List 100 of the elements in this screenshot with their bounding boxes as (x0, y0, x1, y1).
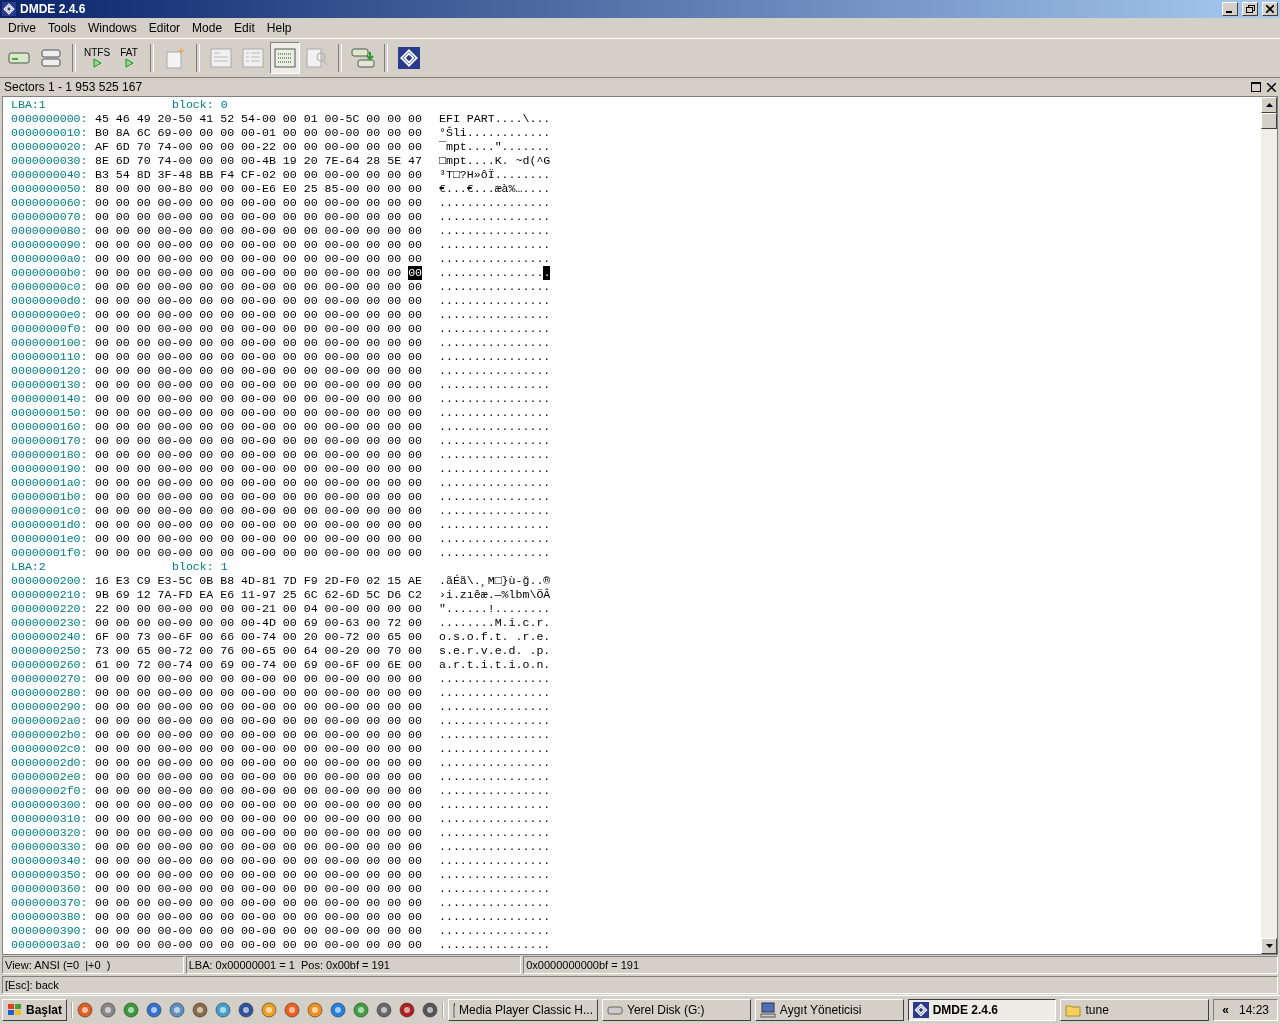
ascii-text: EFI PART....\... (439, 112, 551, 126)
program-icon[interactable] (169, 1002, 186, 1018)
program-icon[interactable] (215, 1002, 232, 1018)
hex-bytes: 00 00 00 00-00 00 00 00-4D 00 69 00-63 00 72 00 (95, 616, 422, 630)
offset-label: 0000000240: (11, 630, 89, 644)
program-icon[interactable] (100, 1002, 117, 1018)
menu-item[interactable]: Help (260, 21, 298, 35)
ascii-text: ................ (439, 714, 551, 728)
restore-button[interactable] (1242, 2, 1258, 16)
ascii-text: ................ (439, 378, 551, 392)
menu-item[interactable]: Windows (82, 21, 143, 35)
offset-label: 0000000110: (11, 350, 89, 364)
ascii-text: ................ (439, 420, 551, 434)
program-icon[interactable] (284, 1002, 301, 1018)
taskbar-button[interactable]: Media Player Classic H... (448, 999, 599, 1021)
stacked-disks-icon (41, 49, 61, 67)
hex-bytes: 00 00 00 00-00 00 00 00-00 00 00 00-00 00 00 00 (95, 826, 422, 840)
offset-label: 0000000180: (11, 448, 89, 462)
hex-bytes: 00 00 00 00-00 00 00 00-00 00 00 00-00 00 00 00 (95, 798, 422, 812)
program-icon[interactable] (399, 1002, 416, 1018)
ascii-text: ............... (439, 266, 544, 280)
hex-bytes: 00 00 00 00-00 00 00 00-00 00 00 00-00 00 00 00 (95, 378, 422, 392)
taskbar-button[interactable]: Aygıt Yöneticisi (754, 999, 904, 1021)
hex-bytes: B0 8A 6C 69-00 00 00 00-01 00 00 00-00 00 00 00 (95, 126, 422, 140)
taskbar-button[interactable]: DMDE 2.4.6 (907, 999, 1057, 1021)
minimize-button[interactable] (1222, 2, 1238, 16)
menu-item[interactable]: Edit (228, 21, 261, 35)
hex-bytes: 00 00 00 00-00 00 00 00-00 00 00 00-00 00 00 00 (95, 434, 422, 448)
menu-item[interactable]: Tools (42, 21, 83, 35)
close-icon[interactable] (1267, 82, 1276, 92)
program-icon[interactable] (77, 1002, 94, 1018)
ascii-text: ................ (439, 910, 551, 924)
hex-bytes: 00 00 00 00-00 00 00 00-00 00 00 00-00 00 00 00 (95, 406, 422, 420)
program-icon[interactable] (261, 1002, 278, 1018)
lba-label: LBA:1 (11, 98, 47, 112)
scroll-down-button[interactable] (1261, 938, 1277, 954)
offset-label: 00000002a0: (11, 714, 89, 728)
offset-label: 00000000b0: (11, 266, 89, 280)
hex-bytes: 00 00 00 00-00 00 00 00-00 00 00 00-00 00 00 00 (95, 924, 422, 938)
offset-label: 0000000100: (11, 336, 89, 350)
program-icon[interactable] (422, 1002, 439, 1018)
taskbar-button[interactable]: tune (1060, 999, 1210, 1021)
ascii-text: ................ (439, 490, 551, 504)
offset-label: 00000002e0: (11, 770, 89, 784)
program-icon[interactable] (238, 1002, 255, 1018)
program-icon[interactable] (353, 1002, 370, 1018)
ascii-text: ................ (439, 770, 551, 784)
ascii-text: °Šli............ (439, 126, 551, 140)
toolbar-button[interactable]: FAT (114, 42, 144, 74)
hex-bytes: 00 00 00 00-00 00 00 00-00 00 00 00-00 00 00 00 (95, 742, 422, 756)
offset-label: 0000000080: (11, 224, 89, 238)
program-icon[interactable] (123, 1002, 140, 1018)
offset-label: 00000002b0: (11, 728, 89, 742)
offset-label: 0000000120: (11, 364, 89, 378)
offset-label: 00000001d0: (11, 518, 89, 532)
ascii-text: ................ (439, 672, 551, 686)
program-icon[interactable] (146, 1002, 163, 1018)
menu-item[interactable]: Drive (2, 21, 42, 35)
program-icon[interactable] (376, 1002, 393, 1018)
maximize-icon[interactable] (1251, 82, 1261, 92)
program-icon[interactable] (330, 1002, 347, 1018)
offset-label: 0000000350: (11, 868, 89, 882)
ascii-text: ................ (439, 700, 551, 714)
ascii-text: ................ (439, 308, 551, 322)
program-icon[interactable] (307, 1002, 324, 1018)
offset-label: 0000000150: (11, 406, 89, 420)
offset-label: 00000000f0: (11, 322, 89, 336)
taskbar-button[interactable]: Yerel Disk (G:) (602, 999, 751, 1021)
hex-bytes: 00 00 00 00-00 00 00 00-00 00 00 00-00 00 00 00 (95, 210, 422, 224)
menu-item[interactable]: Editor (142, 21, 187, 35)
hex-bytes: 00 00 00 00-00 00 00 00-00 00 00 00-00 00 00 00 (95, 518, 422, 532)
ascii-text: ................ (439, 868, 551, 882)
offset-label: 0000000310: (11, 812, 89, 826)
app-logo-icon (912, 1002, 929, 1018)
ascii-text: ................ (439, 448, 551, 462)
offset-label: 00000001e0: (11, 532, 89, 546)
ascii-text: ................ (439, 392, 551, 406)
folder-icon (1065, 1003, 1082, 1017)
clock: 14:23 (1238, 1003, 1269, 1017)
lba-label: LBA:2 (11, 560, 47, 574)
ascii-text: ................ (439, 476, 551, 490)
ascii-text: ................ (439, 504, 551, 518)
hex-bytes: 00 00 00 00-00 00 00 00-00 00 00 00-00 00 00 00 (95, 770, 422, 784)
tray-expand-button[interactable]: « (1222, 1003, 1229, 1017)
hex-bytes: 45 46 49 20-50 41 52 54-00 00 01 00-5C 00 00 00 (95, 112, 422, 126)
close-button[interactable] (1262, 2, 1278, 16)
start-button[interactable]: Başlat (2, 999, 68, 1021)
menu-item[interactable]: Mode (186, 21, 229, 35)
scroll-thumb[interactable] (1261, 113, 1277, 129)
program-icon[interactable] (192, 1002, 209, 1018)
offset-label: 0000000030: (11, 154, 89, 168)
offset-label: 0000000210: (11, 588, 89, 602)
hex-bytes: 00 00 00 00-00 00 00 00-00 00 00 00-00 00 00 00 (95, 322, 422, 336)
toolbar-button[interactable]: NTFS (82, 42, 112, 74)
hex-bytes: 00 00 00 00-00 00 00 00-00 00 00 00-00 00 00 00 (95, 490, 422, 504)
ascii-text: ................ (439, 924, 551, 938)
scroll-up-button[interactable] (1261, 97, 1277, 113)
hex-bytes: 00 00 00 00-00 00 00 00-00 00 00 00-00 00 00 00 (95, 812, 422, 826)
ascii-text: ................ (439, 406, 551, 420)
ascii-text: ........M.i.c.r. (439, 616, 551, 630)
